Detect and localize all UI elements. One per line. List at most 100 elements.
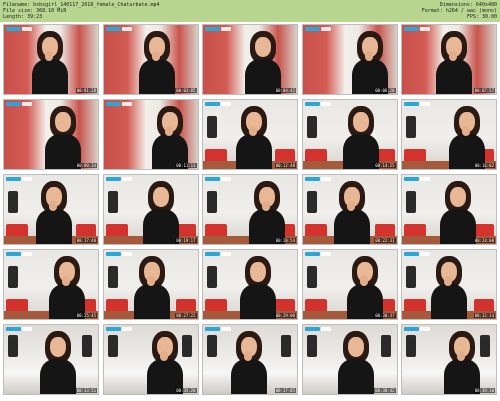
cam-badge-icon (304, 102, 320, 106)
video-thumbnail[interactable]: 00:24:08 (401, 174, 497, 245)
video-thumbnail[interactable]: 00:32:14 (401, 249, 497, 320)
video-thumbnail[interactable]: 00:22:31 (301, 174, 398, 245)
video-thumbnail[interactable]: 00:17:40 (3, 174, 99, 245)
length-text: Length: 39:23 (3, 14, 43, 20)
video-thumbnail[interactable]: 00:01:28 (3, 24, 99, 95)
video-thumbnail[interactable]: 00:39:10 (401, 324, 497, 395)
face-shape (152, 187, 169, 207)
dress-shape (440, 209, 476, 244)
speaker-shape (406, 266, 416, 288)
thumbnail-timestamp: 00:14:25 (374, 163, 396, 168)
video-info-header: Filename: bsbsgirl_140117_2018_female_Ch… (0, 0, 500, 22)
video-thumbnail[interactable]: 00:37:05 (202, 324, 298, 395)
cam-label-icon (22, 27, 32, 31)
thumbnail-timestamp: 00:29:00 (274, 313, 296, 318)
speaker-shape (406, 116, 416, 138)
cam-badge-icon (205, 27, 220, 31)
speaker-shape (406, 335, 416, 357)
dress-shape (436, 59, 472, 94)
video-thumbnail[interactable]: 00:38:42 (301, 324, 398, 395)
video-thumbnail[interactable]: 00:07:57 (401, 24, 497, 95)
thumbnail-timestamp: 00:37:05 (274, 388, 296, 393)
cam-label-icon (221, 27, 231, 31)
hand-shape (146, 276, 155, 286)
video-thumbnail[interactable]: 00:04:42 (202, 24, 298, 95)
video-thumbnail[interactable]: 00:12:48 (202, 99, 298, 170)
speaker-shape (480, 335, 490, 357)
cam-badge-icon (304, 27, 320, 31)
cam-label-icon (420, 27, 430, 31)
hand-shape (244, 351, 252, 361)
video-thumbnail[interactable]: 00:29:00 (202, 249, 298, 320)
cam-badge-icon (105, 327, 121, 331)
video-thumbnail[interactable]: 00:27:22 (102, 249, 199, 320)
speaker-shape (207, 266, 217, 288)
cam-label-icon (420, 102, 430, 106)
cam-badge-icon (304, 252, 320, 256)
dress-shape (337, 359, 374, 394)
video-thumbnail[interactable]: 00:03:05 (102, 24, 199, 95)
speaker-shape (207, 335, 217, 357)
speaker-shape (8, 335, 18, 357)
face-shape (250, 262, 266, 282)
video-thumbnail[interactable]: 00:33:51 (3, 324, 99, 395)
thumbnail-timestamp: 00:39:10 (473, 388, 495, 393)
video-thumbnail[interactable]: 00:06:20 (301, 24, 398, 95)
thumbnail-timestamp: 00:09:34 (75, 163, 97, 168)
cam-label-icon (121, 252, 132, 256)
video-thumbnail[interactable]: 00:16:02 (401, 99, 497, 170)
dress-shape (231, 359, 267, 394)
dress-shape (40, 359, 76, 394)
cam-badge-icon (105, 177, 121, 181)
cam-label-icon (121, 27, 132, 31)
hand-shape (262, 201, 270, 211)
video-thumbnail[interactable]: 00:09:34 (3, 99, 99, 170)
speaker-shape (8, 266, 18, 288)
cam-label-icon (420, 327, 430, 331)
dress-shape (36, 209, 72, 244)
hand-shape (49, 201, 57, 211)
speaker-shape (306, 266, 317, 288)
dress-shape (32, 59, 68, 94)
cam-label-icon (221, 252, 231, 256)
thumbnail-timestamp: 00:20:54 (274, 238, 296, 243)
cam-label-icon (420, 177, 430, 181)
speaker-shape (8, 191, 18, 213)
cam-badge-icon (304, 327, 320, 331)
speaker-shape (281, 335, 291, 357)
dress-shape (333, 209, 370, 244)
speaker-shape (107, 191, 118, 213)
cam-badge-icon (205, 327, 220, 331)
cam-badge-icon (404, 252, 419, 256)
video-thumbnail[interactable]: 00:11:11 (102, 99, 199, 170)
video-thumbnail[interactable]: 00:19:17 (102, 174, 199, 245)
thumbnail-timestamp: 00:03:05 (175, 88, 197, 93)
cam-label-icon (221, 177, 231, 181)
hand-shape (45, 51, 53, 61)
speaker-shape (306, 191, 317, 213)
thumbnail-timestamp: 00:38:42 (374, 388, 396, 393)
speaker-shape (306, 335, 317, 357)
video-thumbnail[interactable]: 00:20:54 (202, 174, 298, 245)
hand-shape (164, 126, 173, 136)
cam-badge-icon (404, 27, 419, 31)
video-thumbnail[interactable]: 00:30:37 (301, 249, 398, 320)
cam-badge-icon (105, 27, 121, 31)
cam-badge-icon (404, 177, 419, 181)
hand-shape (346, 201, 355, 211)
hand-shape (462, 126, 470, 136)
cam-label-icon (22, 327, 32, 331)
hand-shape (444, 276, 452, 286)
dress-shape (138, 59, 175, 94)
cam-badge-icon (6, 27, 21, 31)
thumbnail-timestamp: 00:07:57 (473, 88, 495, 93)
video-thumbnail[interactable]: 00:14:25 (301, 99, 398, 170)
hand-shape (364, 51, 373, 61)
cam-badge-icon (6, 327, 21, 331)
video-thumbnail[interactable]: 00:35:28 (102, 324, 199, 395)
hand-shape (359, 276, 368, 286)
cam-badge-icon (105, 102, 121, 106)
speaker-shape (406, 191, 416, 213)
video-thumbnail[interactable]: 00:25:45 (3, 249, 99, 320)
thumbnail-timestamp: 00:24:08 (473, 238, 495, 243)
